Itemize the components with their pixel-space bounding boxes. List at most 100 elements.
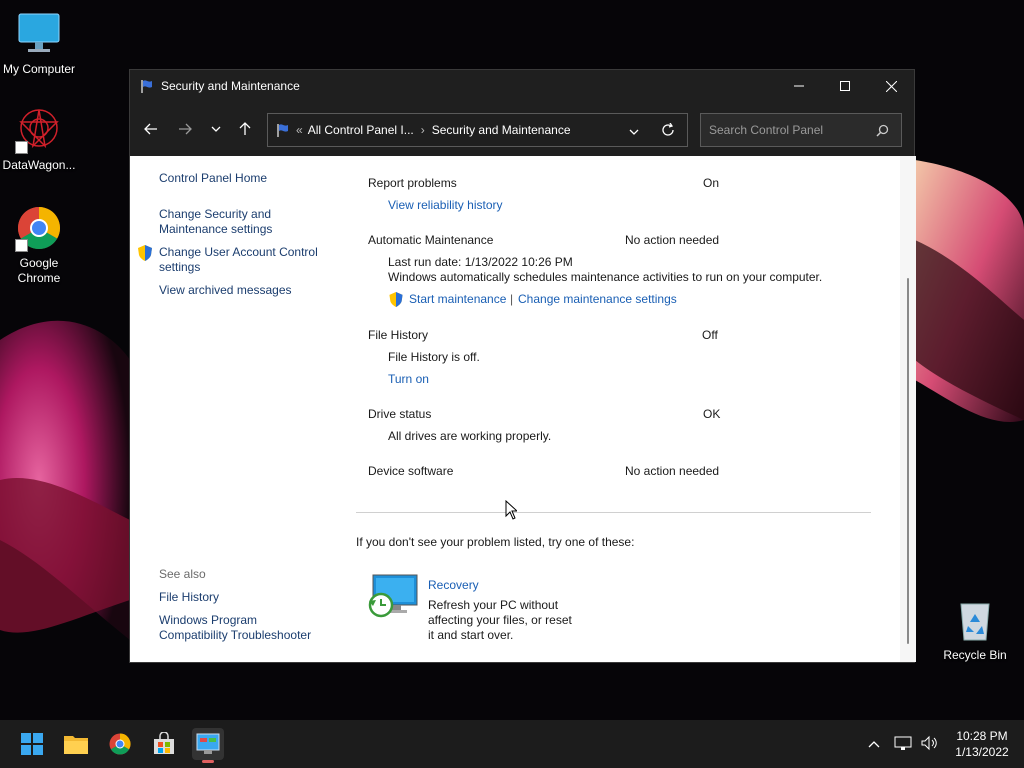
desktop-icon-recycle-bin[interactable]: Recycle Bin bbox=[936, 596, 1014, 663]
mouse-cursor-icon bbox=[505, 499, 519, 523]
report-problems-status: On bbox=[703, 176, 720, 190]
address-bar[interactable]: « All Control Panel I... › Security and … bbox=[267, 113, 688, 147]
minimize-icon bbox=[794, 85, 804, 87]
view-reliability-history-link[interactable]: View reliability history bbox=[388, 198, 503, 213]
start-button[interactable] bbox=[16, 728, 48, 760]
uac-shield-icon bbox=[389, 292, 403, 310]
back-arrow-icon bbox=[144, 123, 157, 135]
minimize-button[interactable] bbox=[776, 70, 822, 102]
chrome-icon bbox=[15, 204, 63, 252]
folder-icon bbox=[64, 736, 88, 754]
last-run-date: Last run date: 1/13/2022 10:26 PM bbox=[388, 255, 573, 269]
content-pane: Control Panel Home Change Security and M… bbox=[130, 156, 916, 662]
file-history-status: Off bbox=[702, 328, 718, 342]
security-maintenance-window: Security and Maintenance « All Control P… bbox=[129, 69, 916, 663]
breadcrumb-separator-icon: › bbox=[420, 123, 425, 137]
change-security-settings-link[interactable]: Change Security and Maintenance settings bbox=[159, 207, 289, 237]
compatibility-troubleshooter-link[interactable]: Windows Program Compatibility Troublesho… bbox=[159, 613, 324, 643]
taskbar: 10:28 PM 1/13/2022 bbox=[0, 720, 1024, 768]
title-bar[interactable]: Security and Maintenance bbox=[130, 70, 914, 102]
uac-shield-icon bbox=[138, 245, 152, 264]
change-uac-settings-link[interactable]: Change User Account Control settings bbox=[159, 245, 329, 275]
taskbar-file-explorer[interactable] bbox=[60, 728, 92, 760]
recovery-icon[interactable] bbox=[367, 573, 419, 622]
vertical-scrollbar[interactable] bbox=[900, 156, 916, 662]
window-title: Security and Maintenance bbox=[161, 79, 300, 93]
breadcrumb-security-maintenance[interactable]: Security and Maintenance bbox=[432, 123, 571, 137]
monitor-icon bbox=[15, 10, 63, 58]
forward-button[interactable] bbox=[170, 114, 200, 144]
drive-status-label: Drive status bbox=[368, 407, 432, 421]
address-dropdown-button[interactable] bbox=[629, 124, 639, 138]
report-problems-label: Report problems bbox=[368, 176, 457, 190]
desktop-icon-label: Google Chrome bbox=[17, 256, 61, 285]
desktop-icon-label: Recycle Bin bbox=[943, 648, 1007, 662]
left-navigation-pane: Control Panel Home Change Security and M… bbox=[130, 156, 350, 662]
shortcut-arrow-icon bbox=[15, 239, 28, 252]
desktop-icon-label: DataWagon... bbox=[2, 158, 76, 172]
desktop-icon-google-chrome[interactable]: Google Chrome bbox=[0, 204, 78, 286]
up-button[interactable] bbox=[230, 114, 260, 144]
desktop-icon-label: My Computer bbox=[2, 62, 76, 76]
device-software-status: No action needed bbox=[625, 464, 720, 478]
recovery-link[interactable]: Recovery bbox=[428, 578, 479, 593]
recent-locations-button[interactable] bbox=[201, 114, 231, 144]
device-software-label: Device software bbox=[368, 464, 454, 478]
taskbar-microsoft-store[interactable] bbox=[148, 728, 180, 760]
back-button[interactable] bbox=[136, 114, 166, 144]
search-box[interactable] bbox=[700, 113, 902, 147]
taskbar-control-panel[interactable] bbox=[192, 728, 224, 763]
maximize-button[interactable] bbox=[822, 70, 868, 102]
turn-on-file-history-link[interactable]: Turn on bbox=[388, 372, 429, 387]
system-tray: 10:28 PM 1/13/2022 bbox=[868, 720, 1024, 768]
start-maintenance-link[interactable]: Start maintenance bbox=[409, 292, 506, 307]
breadcrumb-overflow[interactable]: « bbox=[296, 123, 303, 137]
search-icon[interactable] bbox=[876, 124, 889, 140]
section-divider bbox=[356, 512, 871, 513]
search-input[interactable] bbox=[709, 123, 869, 137]
file-history-label: File History bbox=[368, 328, 429, 342]
chevron-down-icon bbox=[629, 129, 639, 135]
file-history-description: File History is off. bbox=[388, 350, 480, 364]
refresh-button[interactable] bbox=[661, 122, 675, 140]
automatic-maintenance-label: Automatic Maintenance bbox=[368, 233, 494, 247]
flag-icon bbox=[141, 80, 152, 93]
drive-status-status: OK bbox=[703, 407, 721, 421]
see-also-heading: See also bbox=[159, 567, 206, 581]
try-these-text: If you don't see your problem listed, tr… bbox=[356, 535, 635, 549]
flag-icon bbox=[277, 124, 288, 137]
store-icon bbox=[154, 732, 174, 754]
chevron-up-icon bbox=[868, 741, 880, 748]
desktop-icon-datawagon[interactable]: DataWagon... bbox=[0, 106, 78, 173]
clock[interactable]: 10:28 PM 1/13/2022 bbox=[950, 728, 1014, 760]
recycle-bin-icon bbox=[951, 596, 999, 644]
up-arrow-icon bbox=[239, 122, 251, 135]
volume-icon[interactable] bbox=[920, 735, 938, 754]
desktop-icon-my-computer[interactable]: My Computer bbox=[0, 10, 78, 77]
recovery-description-line2: affecting your files, or reset bbox=[428, 613, 572, 627]
navigation-bar: « All Control Panel I... › Security and … bbox=[130, 102, 914, 156]
shortcut-arrow-icon bbox=[15, 141, 28, 154]
control-panel-home-link[interactable]: Control Panel Home bbox=[159, 171, 267, 186]
show-hidden-icons-button[interactable] bbox=[868, 737, 880, 751]
scrollbar-thumb[interactable] bbox=[907, 278, 909, 644]
recovery-description-line1: Refresh your PC without bbox=[428, 598, 559, 612]
clock-date: 1/13/2022 bbox=[955, 745, 1009, 759]
change-maintenance-settings-link[interactable]: Change maintenance settings bbox=[518, 292, 677, 307]
file-history-link[interactable]: File History bbox=[159, 590, 219, 605]
network-icon[interactable] bbox=[894, 735, 912, 754]
close-button[interactable] bbox=[868, 70, 914, 102]
automatic-maintenance-status: No action needed bbox=[625, 233, 720, 247]
breadcrumb-all-control-panel[interactable]: All Control Panel I... bbox=[308, 123, 414, 137]
windows-logo-icon bbox=[21, 733, 43, 755]
view-archived-messages-link[interactable]: View archived messages bbox=[159, 283, 292, 298]
control-panel-icon bbox=[196, 733, 220, 754]
chrome-icon bbox=[109, 733, 131, 755]
refresh-icon bbox=[662, 122, 674, 136]
close-icon bbox=[885, 80, 897, 92]
datawagon-logo-icon bbox=[15, 106, 63, 154]
link-separator: | bbox=[510, 292, 514, 306]
maintenance-description: Windows automatically schedules maintena… bbox=[388, 270, 823, 284]
chevron-down-icon bbox=[211, 126, 221, 132]
taskbar-chrome[interactable] bbox=[104, 728, 136, 760]
